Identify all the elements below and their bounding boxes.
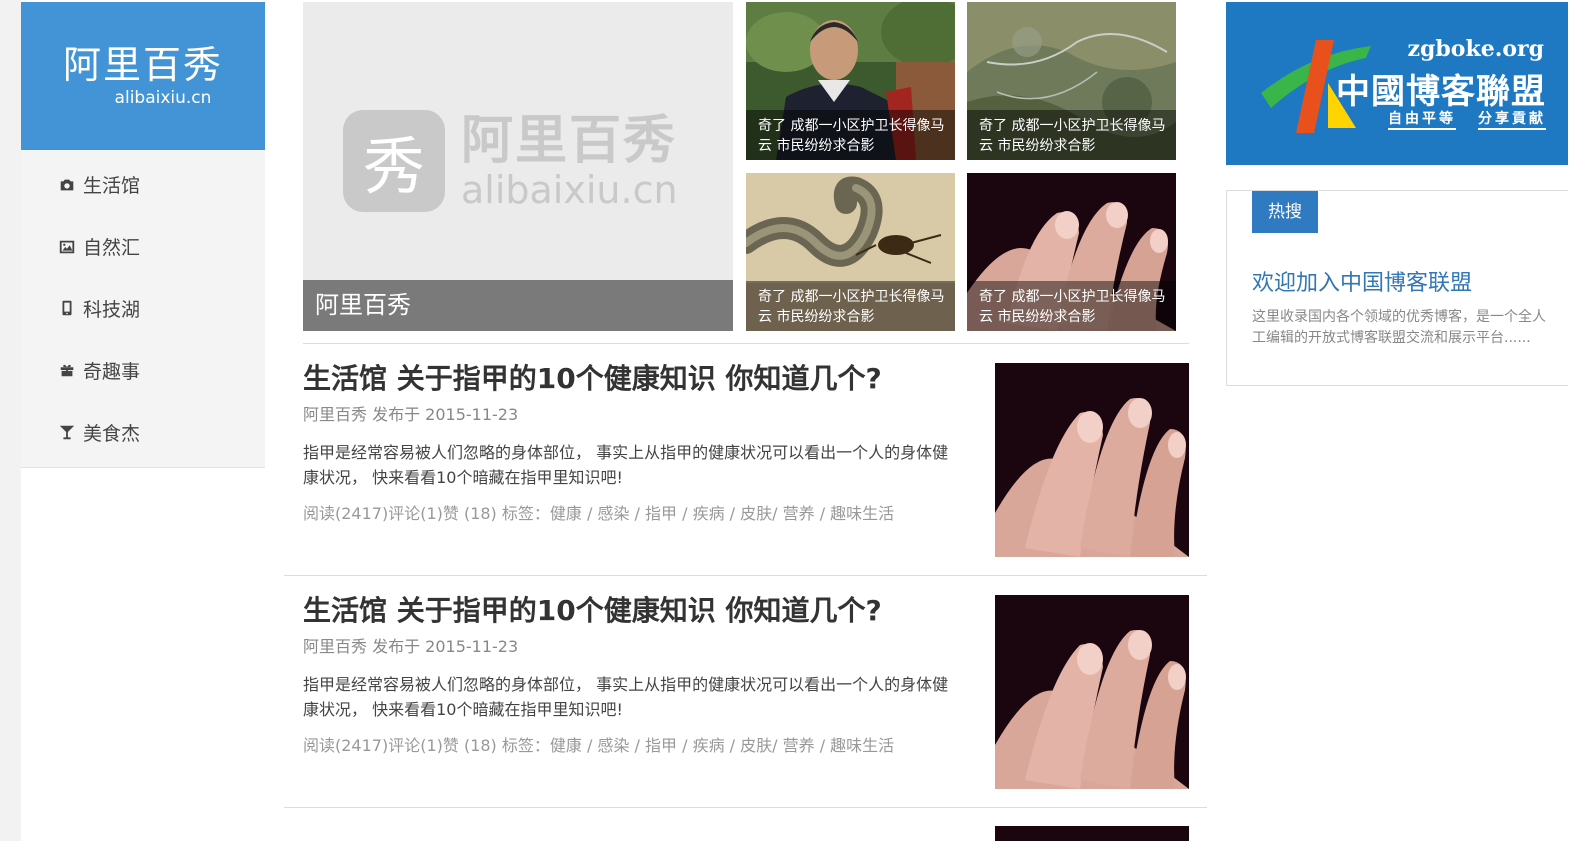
thumb-caption: 奇了 成都一小区护卫长得像马云 市民纷纷求合影 (967, 110, 1176, 160)
hero-caption: 阿里百秀 (303, 280, 733, 331)
article-thumbnail[interactable] (995, 595, 1189, 789)
nav-item-fun[interactable]: 奇趣事 (21, 339, 265, 401)
thumb-caption: 奇了 成都一小区护卫长得像马云 市民纷纷求合影 (746, 281, 955, 331)
nav-item-label: 自然汇 (83, 237, 141, 260)
hot-search-widget: 热搜 欢迎加入中国博客联盟 这里收录国内各个领域的优秀博客，是一个全人工编辑的开… (1226, 190, 1568, 386)
blog-alliance-banner[interactable]: zgboke.org 中國博客聯盟 自由平等 分享貢献 (1226, 2, 1568, 165)
nails-photo (995, 595, 1189, 789)
divider (284, 807, 1207, 808)
article-item[interactable]: 生活馆 关于指甲的10个健康知识 你知道几个? 阿里百秀 发布于 2015-11… (303, 576, 1189, 789)
logo-text-cn: 阿里百秀 (62, 43, 223, 87)
page-left-edge (0, 0, 21, 841)
article-thumbnail-partial[interactable] (995, 826, 1189, 841)
nav-item-label: 科技湖 (83, 298, 141, 321)
tab-hot-search[interactable]: 热搜 (1252, 191, 1318, 233)
hero-slide[interactable]: 秀 阿里百秀 alibaixiu.cn 阿里百秀 (303, 2, 733, 331)
watermark-logo-box: 秀 (343, 110, 445, 212)
nav-item-nature[interactable]: 自然汇 (21, 216, 265, 278)
thumb-card[interactable]: 奇了 成都一小区护卫长得像马云 市民纷纷求合影 (967, 2, 1176, 160)
banner-motto-left: 自由平等 (1388, 108, 1456, 130)
nav-item-life[interactable]: 生活馆 (21, 154, 265, 216)
thumb-card[interactable]: 奇了 成都一小区护卫长得像马云 市民纷纷求合影 (746, 2, 955, 160)
site-logo[interactable]: 阿里百秀 alibaixiu.cn (21, 2, 265, 150)
thumb-card[interactable]: 奇了 成都一小区护卫长得像马云 市民纷纷求合影 (746, 173, 955, 331)
thumb-caption: 奇了 成都一小区护卫长得像马云 市民纷纷求合影 (746, 110, 955, 160)
camera-icon (57, 175, 77, 195)
nav-item-label: 奇趣事 (83, 360, 141, 383)
nav-item-tech[interactable]: 科技湖 (21, 278, 265, 340)
banner-motto: 自由平等 分享貢献 (1388, 108, 1546, 130)
article-excerpt: 指甲是经常容易被人们忽略的身体部位， 事实上从指甲的健康状况可以看出一个人的身体… (303, 443, 949, 487)
banner-motto-right: 分享貢献 (1478, 108, 1546, 130)
image-icon (57, 237, 77, 257)
watermark-text-cn: 阿里百秀 (461, 111, 678, 171)
article-thumbnail[interactable] (995, 363, 1189, 557)
phone-icon (57, 298, 77, 318)
hot-link-title[interactable]: 欢迎加入中国博客联盟 (1252, 265, 1472, 297)
article-item[interactable]: 生活馆 关于指甲的10个健康知识 你知道几个? 阿里百秀 发布于 2015-11… (303, 344, 1189, 557)
cocktail-icon (57, 422, 77, 442)
thumb-caption: 奇了 成都一小区护卫长得像马云 市民纷纷求合影 (967, 281, 1176, 331)
nav-item-food[interactable]: 美食杰 (21, 401, 265, 463)
thumb-card[interactable]: 奇了 成都一小区护卫长得像马云 市民纷纷求合影 (967, 173, 1176, 331)
hero-watermark: 秀 阿里百秀 alibaixiu.cn (343, 110, 678, 212)
watermark-text-en: alibaixiu.cn (461, 168, 678, 212)
article-excerpt: 指甲是经常容易被人们忽略的身体部位， 事实上从指甲的健康状况可以看出一个人的身体… (303, 675, 949, 719)
nav-item-label: 美食杰 (83, 422, 141, 445)
nav-item-label: 生活馆 (83, 175, 141, 198)
banner-title: 中國博客聯盟 (1336, 72, 1546, 112)
left-sidebar: 阿里百秀 alibaixiu.cn 生活馆 自然汇 科技湖 奇趣事 美食杰 (21, 2, 265, 468)
gift-icon (57, 360, 77, 380)
hot-description: 这里收录国内各个领域的优秀博客，是一个全人工编辑的开放式博客联盟交流和展示平台.… (1252, 309, 1546, 346)
nails-photo (995, 363, 1189, 557)
logo-text-en: alibaixiu.cn (114, 88, 212, 108)
category-nav: 生活馆 自然汇 科技湖 奇趣事 美食杰 (21, 150, 265, 468)
banner-url: zgboke.org (1407, 36, 1544, 62)
